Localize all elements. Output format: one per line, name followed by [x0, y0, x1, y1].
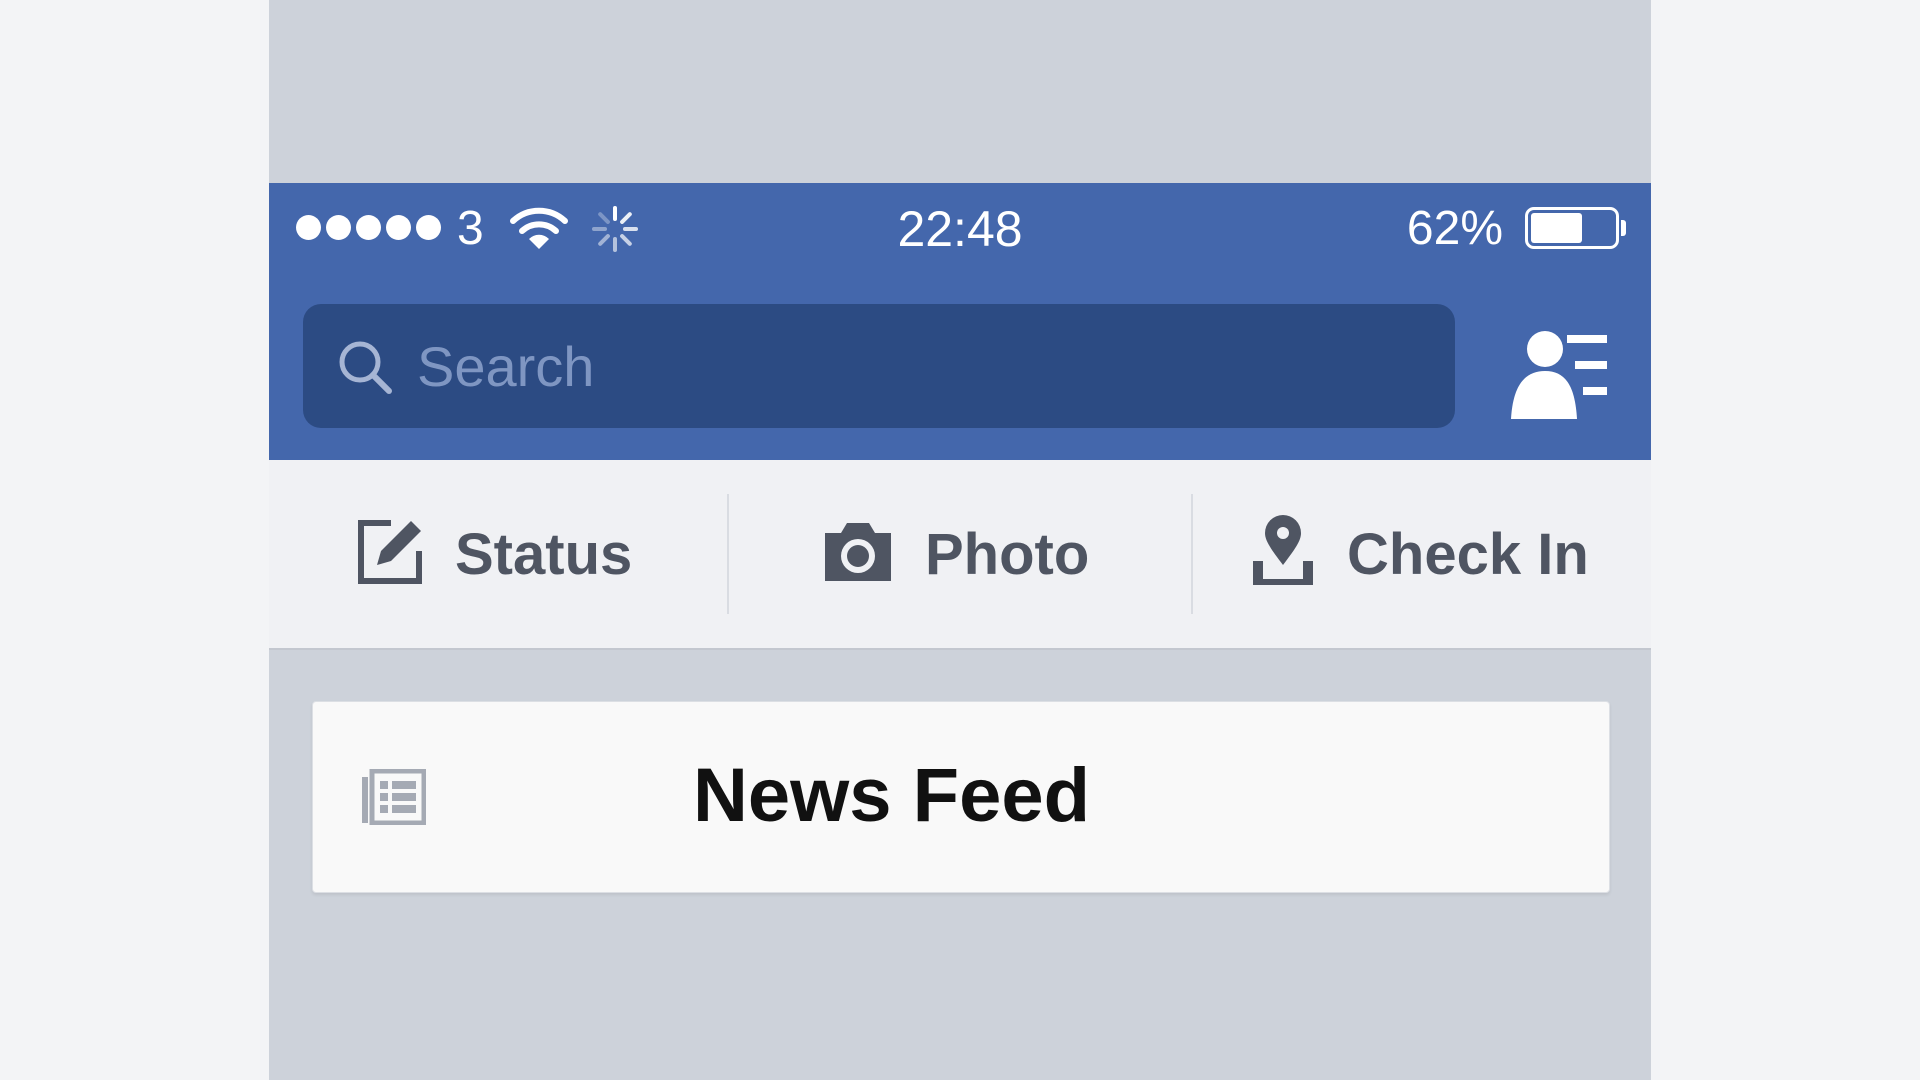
- friends-list-icon: [1511, 331, 1607, 419]
- check-in-button[interactable]: Check In: [1249, 460, 1589, 648]
- status-button[interactable]: Status: [355, 460, 632, 648]
- composer-divider: [1191, 494, 1193, 614]
- composer-bar: Status Photo Check In: [269, 460, 1651, 650]
- search-bar[interactable]: [303, 304, 1455, 428]
- feed-background: [269, 900, 1651, 1080]
- photo-label: Photo: [925, 521, 1090, 587]
- status-edit-icon: [355, 517, 425, 592]
- composer-divider: [727, 494, 729, 614]
- battery-tip: [1621, 220, 1626, 236]
- phone-screen: 3 22:48 62% Search Status Photo Check In…: [269, 0, 1651, 1080]
- camera-icon: [821, 519, 895, 590]
- status-bar: 3 22:48 62%: [269, 183, 1651, 273]
- news-feed-icon: [360, 768, 427, 830]
- search-icon: [335, 337, 395, 402]
- battery-fill: [1531, 213, 1582, 243]
- top-header: 3 22:48 62% Search: [269, 183, 1651, 460]
- screenshot-stage: 3 22:48 62% Search Status Photo Check In…: [0, 0, 1920, 1080]
- check-in-label: Check In: [1347, 521, 1589, 587]
- status-label: Status: [455, 521, 633, 587]
- location-pin-icon: [1249, 514, 1317, 594]
- battery-percent: 62%: [1406, 202, 1503, 255]
- search-input[interactable]: [417, 328, 1417, 404]
- photo-button[interactable]: Photo: [821, 460, 1089, 648]
- friends-list-button[interactable]: [1503, 323, 1613, 419]
- news-feed-title: News Feed: [693, 753, 1091, 838]
- battery-icon: [1525, 207, 1626, 249]
